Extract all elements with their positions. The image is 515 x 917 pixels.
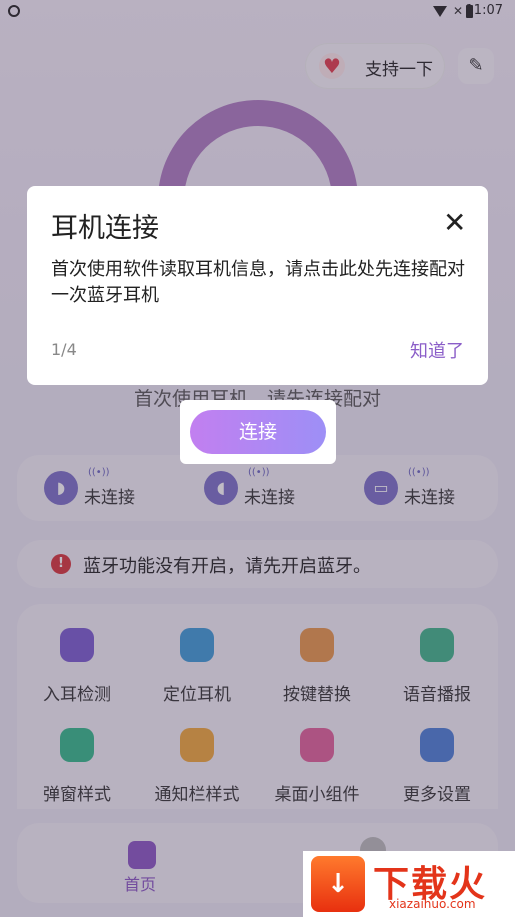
watermark-url: xiazaihuo.com — [389, 897, 476, 911]
close-icon[interactable]: ✕ — [443, 206, 466, 239]
fire-logo-icon: ↓ — [311, 856, 365, 912]
dialog-message: 首次使用软件读取耳机信息，请点击此处先连接配对一次蓝牙耳机 — [51, 259, 465, 306]
connect-guide-dialog: 耳机连接 ✕ 首次使用软件读取耳机信息，请点击此处先连接配对一次蓝牙耳机 1/4… — [27, 186, 488, 385]
watermark: ↓ 下载火 xiazaihuo.com — [303, 851, 515, 917]
step-indicator: 1/4 — [51, 340, 77, 359]
got-it-button[interactable]: 知道了 — [410, 337, 464, 363]
dialog-title: 耳机连接 — [51, 213, 159, 244]
connect-button[interactable]: 连接 — [190, 410, 326, 454]
